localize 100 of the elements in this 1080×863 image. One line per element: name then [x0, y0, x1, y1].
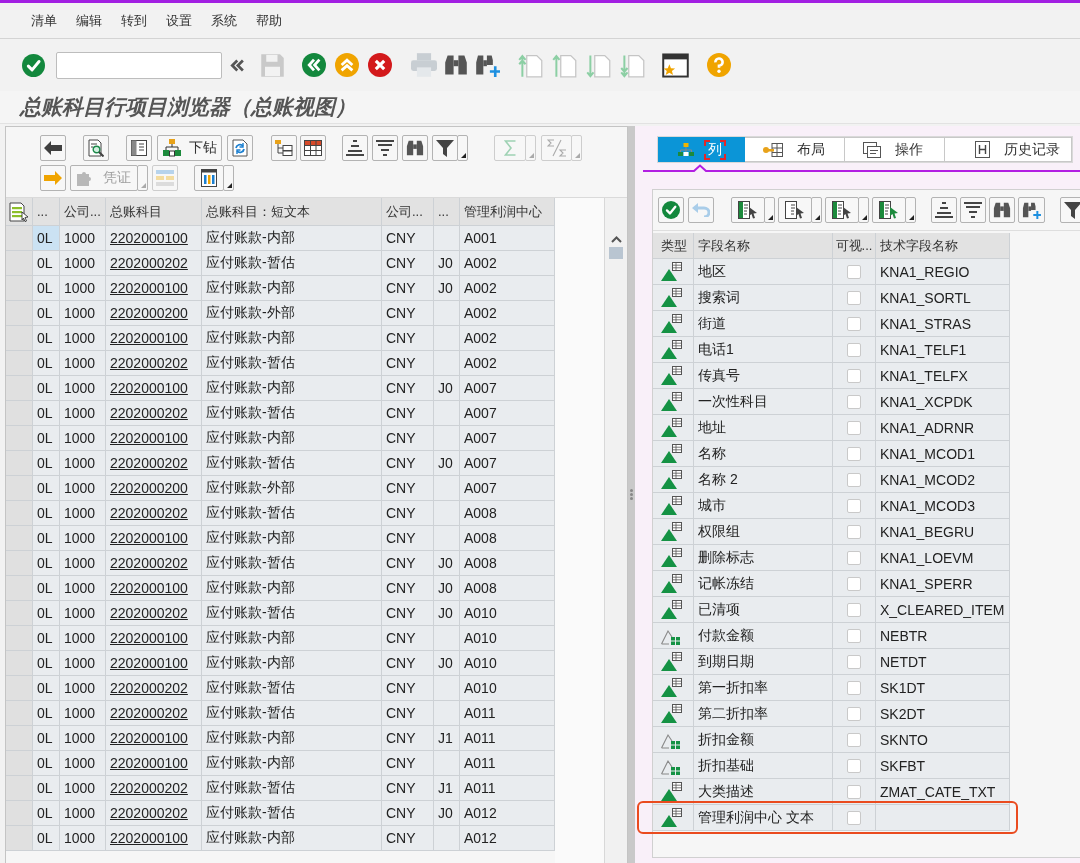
- account-link[interactable]: 2202000202: [110, 255, 188, 271]
- filter-button[interactable]: [432, 135, 458, 161]
- page-up-icon[interactable]: [552, 52, 577, 78]
- structure-button[interactable]: [271, 135, 297, 161]
- scrollbar[interactable]: [604, 198, 627, 863]
- row-selector[interactable]: [6, 601, 33, 626]
- row-selector[interactable]: [6, 526, 33, 551]
- row-selector[interactable]: [6, 351, 33, 376]
- account-link[interactable]: 2202000100: [110, 330, 188, 346]
- account-link[interactable]: 2202000100: [110, 730, 188, 746]
- row-selector[interactable]: [6, 401, 33, 426]
- row-selector[interactable]: [6, 626, 33, 651]
- account-link[interactable]: 2202000100: [110, 230, 188, 246]
- account-link[interactable]: 2202000100: [110, 380, 188, 396]
- checkbox[interactable]: [847, 446, 861, 461]
- checkbox[interactable]: [847, 706, 861, 721]
- dropdown-button[interactable]: [223, 165, 234, 191]
- column-header[interactable]: 管理利润中心: [460, 198, 555, 226]
- column-header[interactable]: [6, 198, 33, 226]
- column-select-button[interactable]: [825, 197, 859, 223]
- sort-descending-button[interactable]: [372, 135, 398, 161]
- double-chevron-up-icon[interactable]: [335, 53, 359, 77]
- layout-button[interactable]: [194, 165, 224, 191]
- checkbox[interactable]: [847, 264, 861, 279]
- checkbox[interactable]: [847, 394, 861, 409]
- details-button[interactable]: [83, 135, 109, 161]
- checkbox[interactable]: [847, 498, 861, 513]
- find-button[interactable]: [402, 135, 428, 161]
- account-link[interactable]: 2202000202: [110, 405, 188, 421]
- total-button[interactable]: [494, 135, 526, 161]
- sort-ascending-button[interactable]: [931, 197, 957, 223]
- account-link[interactable]: 2202000100: [110, 830, 188, 846]
- column-header[interactable]: 公司...: [60, 198, 106, 226]
- account-link[interactable]: 2202000200: [110, 480, 188, 496]
- column-header[interactable]: 公司...: [382, 198, 434, 226]
- sort-descending-button[interactable]: [960, 197, 986, 223]
- row-selector[interactable]: [6, 801, 33, 826]
- account-link[interactable]: 2202000202: [110, 455, 188, 471]
- refresh-button[interactable]: [227, 135, 253, 161]
- account-link[interactable]: 2202000100: [110, 280, 188, 296]
- account-link[interactable]: 2202000100: [110, 530, 188, 546]
- row-selector[interactable]: [6, 276, 33, 301]
- account-link[interactable]: 2202000202: [110, 605, 188, 621]
- tab[interactable]: 操作: [845, 137, 945, 162]
- checkbox[interactable]: [847, 810, 861, 825]
- drilldown-button[interactable]: 下钻: [157, 135, 222, 161]
- column-select-button[interactable]: [778, 197, 812, 223]
- row-selector[interactable]: [6, 826, 33, 851]
- column-header[interactable]: 可视...: [833, 233, 876, 259]
- dropdown-button[interactable]: [457, 135, 468, 161]
- splitter[interactable]: [628, 126, 635, 863]
- checkbox[interactable]: [847, 524, 861, 539]
- scroll-up-icon[interactable]: [610, 236, 622, 243]
- row-selector[interactable]: [6, 426, 33, 451]
- account-link[interactable]: 2202000200: [110, 305, 188, 321]
- find-next-button[interactable]: [1018, 197, 1045, 223]
- filter-button[interactable]: [1060, 197, 1080, 223]
- menu-item[interactable]: 清单: [31, 11, 57, 30]
- column-header[interactable]: 类型: [653, 233, 694, 259]
- column-header[interactable]: 字段名称: [694, 233, 833, 259]
- column-header[interactable]: ...: [434, 198, 460, 226]
- row-selector[interactable]: [6, 576, 33, 601]
- account-link[interactable]: 2202000202: [110, 680, 188, 696]
- checkbox[interactable]: [847, 732, 861, 747]
- scrollbar-thumb[interactable]: [609, 247, 623, 259]
- checkbox[interactable]: [847, 550, 861, 565]
- checkmark-icon[interactable]: [22, 53, 45, 77]
- find-button[interactable]: [989, 197, 1015, 223]
- checkbox[interactable]: [847, 472, 861, 487]
- command-field[interactable]: [56, 51, 222, 79]
- row-selector[interactable]: [6, 701, 33, 726]
- account-link[interactable]: 2202000100: [110, 580, 188, 596]
- row-selector[interactable]: [6, 551, 33, 576]
- account-link[interactable]: 2202000202: [110, 780, 188, 796]
- row-selector[interactable]: [6, 651, 33, 676]
- row-selector[interactable]: [6, 376, 33, 401]
- page-bottom-icon[interactable]: [620, 52, 645, 78]
- menu-item[interactable]: 编辑: [76, 11, 102, 30]
- account-link[interactable]: 2202000202: [110, 705, 188, 721]
- row-selector[interactable]: [6, 751, 33, 776]
- checkbox[interactable]: [847, 602, 861, 617]
- account-link[interactable]: 2202000202: [110, 505, 188, 521]
- account-link[interactable]: 2202000100: [110, 430, 188, 446]
- row-selector[interactable]: [6, 301, 33, 326]
- sort-ascending-button[interactable]: [342, 135, 368, 161]
- checkbox[interactable]: [847, 368, 861, 383]
- printer-icon[interactable]: [411, 53, 437, 77]
- checkbox[interactable]: [847, 680, 861, 695]
- account-link[interactable]: 2202000100: [110, 755, 188, 771]
- account-link[interactable]: 2202000100: [110, 630, 188, 646]
- row-selector[interactable]: [6, 451, 33, 476]
- row-selector[interactable]: [6, 476, 33, 501]
- column-header[interactable]: 技术字段名称: [876, 233, 1010, 259]
- double-chevron-left-icon[interactable]: [230, 58, 244, 72]
- column-header[interactable]: 总账科目：短文本: [202, 198, 382, 226]
- account-link[interactable]: 2202000202: [110, 355, 188, 371]
- back-icon[interactable]: [302, 53, 326, 77]
- confirm-button[interactable]: [658, 197, 684, 223]
- save-icon[interactable]: [260, 52, 285, 78]
- tab[interactable]: 历史记录: [945, 137, 1072, 162]
